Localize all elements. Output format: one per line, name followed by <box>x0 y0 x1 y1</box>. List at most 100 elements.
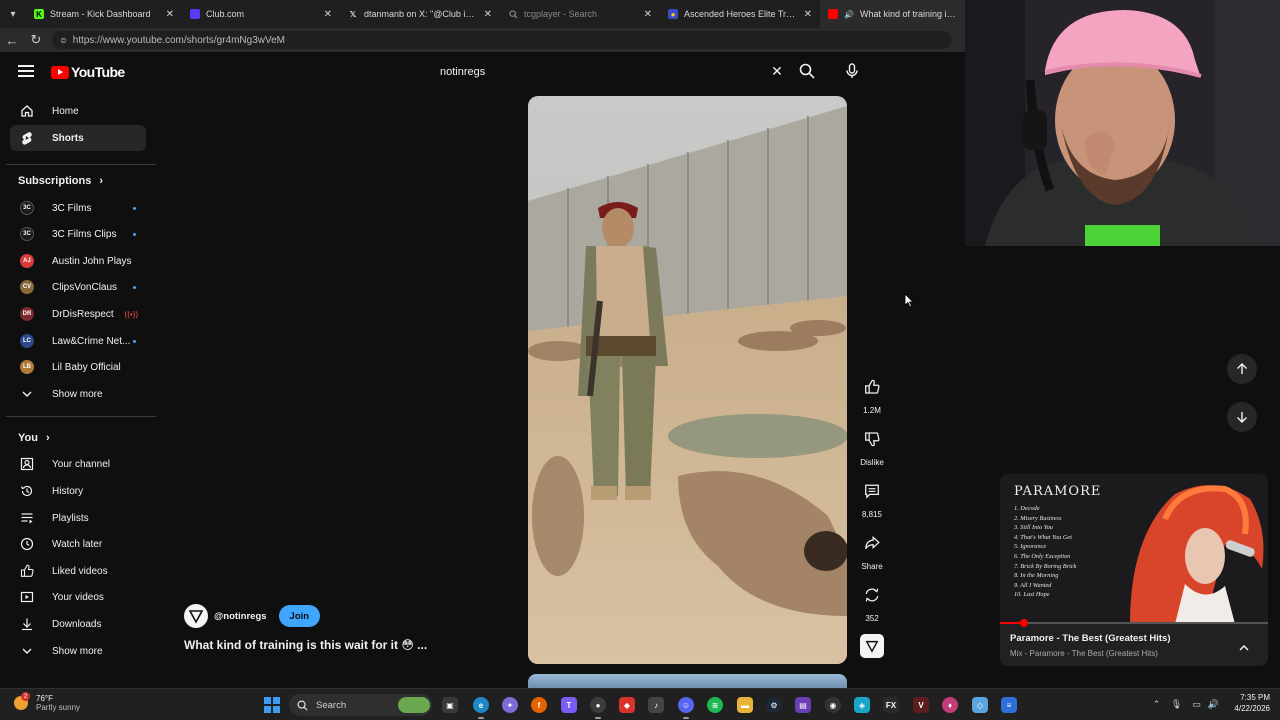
sidebar-item-3c-films[interactable]: 3C 3C Films <box>10 195 146 221</box>
start-button[interactable] <box>264 697 280 713</box>
recorder-icon[interactable]: ◉ <box>825 697 841 713</box>
sidebar-item-watch-later[interactable]: Watch later <box>10 531 146 557</box>
spotify-icon[interactable]: ≋ <box>707 697 723 713</box>
subscriptions-show-more[interactable]: Show more <box>10 381 146 407</box>
expand-miniplayer-button[interactable] <box>1236 640 1252 656</box>
miniplayer[interactable]: PARAMORE 1. Decode 2. Misery Business 3.… <box>1000 474 1268 666</box>
valorant-icon[interactable]: V <box>913 697 929 713</box>
teams-icon[interactable]: T <box>561 697 577 713</box>
next-short-button[interactable] <box>1227 402 1257 432</box>
sidebar-item-your-channel[interactable]: Your channel <box>10 451 146 477</box>
close-icon[interactable]: ✕ <box>484 9 492 20</box>
comments-button[interactable]: 8,815 <box>855 477 889 519</box>
sidebar-item-clipsvonclaus[interactable]: CV ClipsVonClaus <box>10 274 146 300</box>
like-button[interactable]: 1.2M <box>855 373 889 415</box>
design-app-icon[interactable]: ◇ <box>972 697 988 713</box>
back-button[interactable]: ← <box>0 28 24 52</box>
tab-actions-menu-button[interactable]: ▾ <box>0 0 26 28</box>
sidebar-divider <box>6 416 156 417</box>
close-icon[interactable]: ✕ <box>804 9 812 20</box>
sidebar-item-label: ClipsVonClaus <box>52 281 118 293</box>
sidebar-item-history[interactable]: History <box>10 478 146 504</box>
miniplayer-title[interactable]: Paramore - The Best (Greatest Hits) <box>1010 633 1171 644</box>
history-icon <box>20 484 34 498</box>
address-bar[interactable]: ⊜ https://www.youtube.com/shorts/gr4mNg3… <box>52 31 952 49</box>
tab-x-post[interactable]: 𝕏 dtanmanb on X: "@Club im curiou ✕ <box>340 0 500 28</box>
remix-button[interactable]: 352 <box>855 581 889 623</box>
sidebar-item-your-videos[interactable]: Your videos <box>10 584 146 610</box>
youtube-logo[interactable]: YouTube <box>51 64 125 80</box>
tab-elite-trainer-box[interactable]: ● Ascended Heroes Elite Trainer Box ✕ <box>660 0 820 28</box>
progress-scrubber[interactable] <box>1020 619 1029 627</box>
short-title[interactable]: What kind of training is this wait for i… <box>184 638 427 652</box>
itunes-icon[interactable]: ♪ <box>648 697 664 713</box>
sound-thumbnail[interactable] <box>860 634 884 658</box>
sidebar-item-austin-john-plays[interactable]: AJ Austin John Plays <box>10 248 146 274</box>
task-view-icon[interactable]: ▣ <box>442 697 458 713</box>
channel-handle[interactable]: @notinregs <box>214 611 267 622</box>
map-pin-app-icon[interactable]: ♦ <box>942 697 958 713</box>
close-icon[interactable]: ✕ <box>166 9 174 20</box>
close-icon[interactable]: ✕ <box>324 9 332 20</box>
speaker-icon[interactable]: 🔊 <box>844 9 854 19</box>
sidebar-item-downloads[interactable]: Downloads <box>10 611 146 637</box>
sidebar-item-lil-baby[interactable]: LB Lil Baby Official <box>10 354 146 380</box>
notepad-icon[interactable]: ≡ <box>1001 697 1017 713</box>
reload-button[interactable]: ↻ <box>24 28 48 52</box>
sidebar-item-drdisrespect[interactable]: DR DrDisRespect ((•)) <box>10 301 146 327</box>
file-explorer-icon[interactable]: ▬ <box>737 697 753 713</box>
edge-browser-icon[interactable]: e <box>473 697 489 719</box>
sidebar-item-home[interactable]: Home <box>10 98 146 124</box>
media-app-icon[interactable]: ▤ <box>795 697 811 713</box>
weather-text: 76°F Partly sunny <box>36 694 80 712</box>
tab-tcgplayer-search[interactable]: tcgplayer - Search ✕ <box>500 0 660 28</box>
miniplayer-artwork[interactable]: PARAMORE 1. Decode 2. Misery Business 3.… <box>1000 474 1268 624</box>
sidebar-item-3c-films-clips[interactable]: 3C 3C Films Clips <box>10 221 146 247</box>
taskbar-search[interactable]: Search <box>289 694 432 716</box>
display-icon[interactable]: ▭ <box>1190 698 1203 711</box>
streamlabs-icon[interactable]: ◆ <box>619 697 635 713</box>
sidebar-item-liked-videos[interactable]: Liked videos <box>10 558 146 584</box>
tab-club[interactable]: Club.com ✕ <box>182 0 340 28</box>
channel-avatar[interactable] <box>184 604 208 628</box>
chevron-up-icon[interactable]: ⌃ <box>1150 698 1163 711</box>
clock-date: 4/22/2026 <box>1234 704 1270 713</box>
sidebar-item-label: 3C Films <box>52 202 92 214</box>
firefox-icon[interactable]: f <box>531 697 547 713</box>
join-button[interactable]: Join <box>278 605 321 627</box>
close-icon[interactable]: ✕ <box>644 9 652 20</box>
discord-icon[interactable]: ☺ <box>678 697 694 719</box>
menu-icon[interactable] <box>18 65 34 77</box>
shorts-video-player[interactable] <box>528 96 847 664</box>
sidebar-item-shorts[interactable]: Shorts <box>10 125 146 151</box>
search-input[interactable]: notinregs ✕ <box>429 58 789 85</box>
site-info-icon[interactable]: ⊜ <box>60 36 67 45</box>
system-clock[interactable]: 7:35 PM 4/22/2026 <box>1222 693 1270 713</box>
you-header[interactable]: You › <box>18 432 50 444</box>
mouse-cursor-icon <box>904 293 914 308</box>
subscriptions-header[interactable]: Subscriptions › <box>18 175 103 187</box>
volume-icon[interactable]: 🔊 <box>1207 698 1220 711</box>
dislike-button[interactable]: Dislike <box>855 425 889 467</box>
previous-short-button[interactable] <box>1227 354 1257 384</box>
sidebar-item-playlists[interactable]: Playlists <box>10 505 146 531</box>
voice-search-button[interactable] <box>840 59 864 83</box>
tab-youtube-short[interactable]: 🔊 What kind of training is this w <box>820 0 965 28</box>
sidebar-item-law-crime[interactable]: LC Law&Crime Net... <box>10 328 146 354</box>
microphone-icon[interactable]: 🎙 <box>1170 698 1183 711</box>
steam-icon[interactable]: ⚙ <box>766 697 782 713</box>
clear-search-icon[interactable]: ✕ <box>765 63 789 80</box>
fx-app-icon[interactable]: FX <box>883 697 899 713</box>
obs-icon[interactable]: ● <box>590 697 606 719</box>
you-show-more[interactable]: Show more <box>10 638 146 664</box>
next-short-preview[interactable] <box>528 674 847 688</box>
miniplayer-progress-bar[interactable] <box>1000 619 1268 627</box>
comment-icon <box>858 477 886 505</box>
app-icon[interactable]: ◈ <box>854 697 870 713</box>
tab-kick-dashboard[interactable]: K Stream - Kick Dashboard ✕ <box>26 0 182 28</box>
weather-widget[interactable]: 2 76°F Partly sunny <box>14 692 80 712</box>
search-button[interactable] <box>795 59 819 83</box>
copilot-icon[interactable]: ✦ <box>502 697 518 713</box>
pokemon-icon: ● <box>668 9 678 19</box>
share-button[interactable]: Share <box>855 529 889 571</box>
